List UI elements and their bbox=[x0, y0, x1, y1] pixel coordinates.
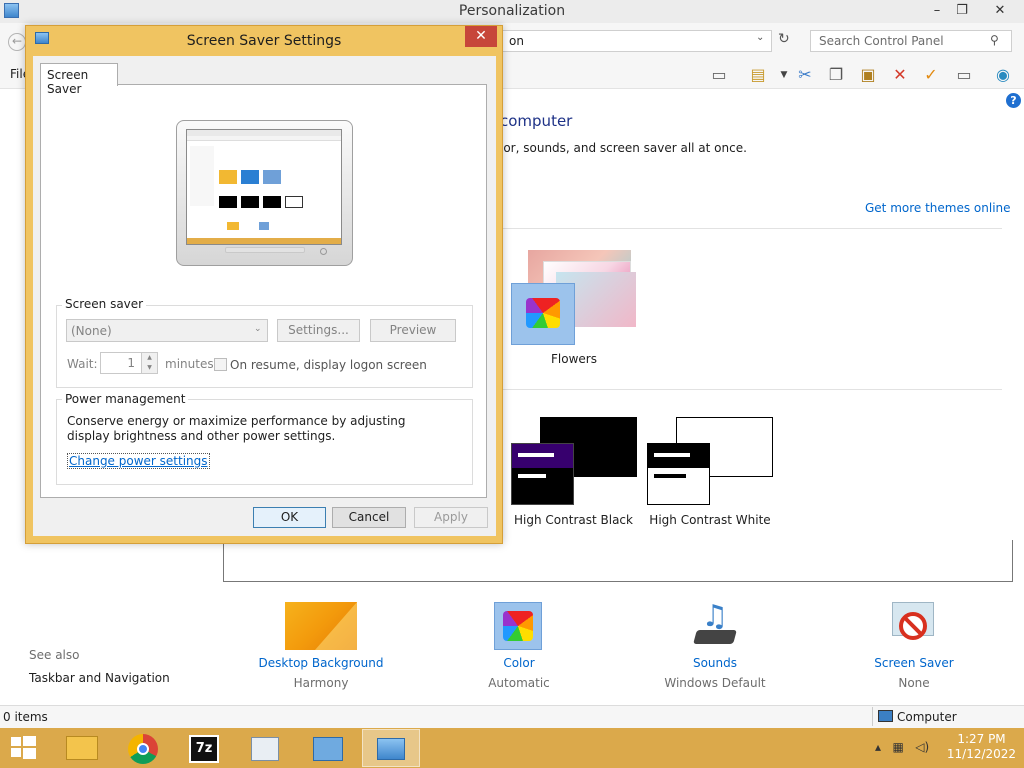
tab-screen-saver[interactable]: Screen Saver bbox=[40, 63, 118, 96]
desktop-background-link[interactable]: Desktop Background bbox=[250, 656, 392, 670]
pane-icon[interactable]: ▭ bbox=[706, 64, 732, 86]
get-more-themes-link[interactable]: Get more themes online bbox=[865, 201, 1011, 215]
divider bbox=[492, 228, 1002, 229]
copy-icon[interactable]: ❐ bbox=[823, 64, 849, 86]
dialog-close-button[interactable]: ✕ bbox=[465, 26, 497, 47]
dialog-title: Screen Saver Settings bbox=[186, 33, 342, 49]
screen-saver-select[interactable]: (None) bbox=[66, 319, 268, 342]
items-count: 0 items bbox=[3, 710, 48, 724]
paste-icon[interactable]: ▣ bbox=[855, 64, 881, 86]
sounds-icon[interactable]: ♫ bbox=[690, 600, 740, 652]
screen-saver-icon[interactable] bbox=[890, 602, 938, 650]
divider bbox=[872, 707, 873, 726]
7zip-icon: 7z bbox=[189, 735, 219, 763]
clock[interactable]: 1:27 PM 11/12/2022 bbox=[944, 732, 1019, 762]
minutes-label: minutes bbox=[165, 357, 214, 371]
power-management-label: Power management bbox=[62, 392, 189, 406]
network-settings-taskbar-button[interactable] bbox=[301, 729, 353, 767]
personalization-taskbar-button[interactable] bbox=[362, 729, 420, 767]
theme-label-high-contrast-white: High Contrast White bbox=[649, 513, 771, 527]
preview-line bbox=[654, 453, 690, 457]
screen-saver-item[interactable]: Screen Saver None bbox=[843, 656, 985, 690]
desktop-background-icon[interactable] bbox=[285, 602, 357, 650]
globe-icon[interactable]: ◉ bbox=[990, 64, 1016, 86]
checkmark-icon[interactable]: ✓ bbox=[918, 64, 944, 86]
clock-date: 11/12/2022 bbox=[946, 747, 1017, 761]
start-button[interactable] bbox=[0, 728, 48, 768]
taskbar-and-navigation-link[interactable]: Taskbar and Navigation bbox=[29, 671, 170, 685]
preview-button[interactable]: Preview bbox=[370, 319, 456, 342]
help-icon[interactable]: ? bbox=[1006, 93, 1021, 108]
desktop-background-item[interactable]: Desktop Background Harmony bbox=[250, 656, 392, 690]
7zip-taskbar-button[interactable]: 7z bbox=[178, 729, 230, 767]
chrome-icon bbox=[128, 734, 158, 764]
color-swatch-icon bbox=[526, 298, 560, 328]
remote-desktop-taskbar-button[interactable] bbox=[239, 729, 291, 767]
system-tray[interactable]: ▴ ▦ ◁) bbox=[875, 740, 929, 754]
back-button[interactable]: ← bbox=[8, 33, 26, 51]
remote-desktop-icon bbox=[251, 737, 279, 761]
properties-icon[interactable]: ▤ bbox=[745, 64, 771, 86]
wait-minutes-input[interactable]: 1 bbox=[100, 352, 142, 374]
settings-button[interactable]: Settings... bbox=[277, 319, 360, 342]
personalization-app-icon bbox=[4, 3, 19, 18]
apply-button[interactable]: Apply bbox=[414, 507, 488, 528]
preview-line bbox=[518, 453, 554, 457]
wait-spinner[interactable]: ▲ ▼ bbox=[141, 352, 158, 374]
screen-saver-group bbox=[56, 305, 473, 388]
theme-label-high-contrast-black: High Contrast Black bbox=[514, 513, 633, 527]
chrome-taskbar-button[interactable] bbox=[117, 729, 169, 767]
delete-icon[interactable]: ✕ bbox=[887, 64, 913, 86]
cancel-button[interactable]: Cancel bbox=[332, 507, 406, 528]
theme-label-flowers: Flowers bbox=[551, 352, 597, 366]
search-icon[interactable]: ⚲ bbox=[990, 33, 999, 47]
sounds-item[interactable]: Sounds Windows Default bbox=[644, 656, 786, 690]
cut-icon[interactable]: ✂ bbox=[792, 64, 818, 86]
address-path: on bbox=[509, 34, 524, 48]
change-power-settings-link[interactable]: Change power settings bbox=[67, 453, 210, 469]
chevron-down-icon: ⌄ bbox=[254, 324, 262, 334]
flowers-theme-tile[interactable] bbox=[511, 283, 575, 345]
ok-button[interactable]: OK bbox=[253, 507, 326, 528]
screen-saver-link[interactable]: Screen Saver bbox=[843, 656, 985, 670]
see-also-label: See also bbox=[29, 648, 80, 662]
logon-screen-label[interactable]: On resume, display logon screen bbox=[230, 358, 427, 372]
search-input[interactable]: Search Control Panel bbox=[810, 30, 1012, 52]
power-description: Conserve energy or maximize performance … bbox=[67, 414, 406, 443]
computer-icon bbox=[878, 710, 893, 722]
address-field[interactable]: on bbox=[500, 30, 772, 52]
file-explorer-taskbar-button[interactable] bbox=[56, 729, 108, 767]
monitor-screen bbox=[186, 129, 342, 245]
folder-icon bbox=[66, 736, 98, 760]
close-button[interactable]: ✕ bbox=[983, 0, 1017, 23]
personalization-icon bbox=[377, 738, 405, 760]
color-link[interactable]: Color bbox=[448, 656, 590, 670]
screen-saver-group-label: Screen saver bbox=[62, 297, 147, 311]
screen-saver-value: None bbox=[898, 676, 930, 690]
refresh-icon[interactable]: ↻ bbox=[778, 31, 796, 47]
color-item[interactable]: Color Automatic bbox=[448, 656, 590, 690]
wait-label: Wait: bbox=[67, 357, 98, 371]
preview-line bbox=[654, 474, 686, 478]
clock-time: 1:27 PM bbox=[957, 732, 1006, 746]
divider bbox=[492, 389, 1002, 390]
page-heading: computer bbox=[500, 112, 573, 130]
maximize-button[interactable]: ❐ bbox=[947, 0, 977, 23]
desktop-background-value: Harmony bbox=[293, 676, 349, 690]
chevron-down-icon[interactable]: ⌄ bbox=[756, 32, 764, 43]
sounds-value: Windows Default bbox=[664, 676, 766, 690]
color-value: Automatic bbox=[488, 676, 550, 690]
color-icon[interactable] bbox=[494, 602, 542, 650]
status-bar bbox=[0, 705, 1024, 728]
preview-line bbox=[518, 474, 546, 478]
network-icon bbox=[313, 737, 343, 761]
theme-list-border bbox=[223, 540, 1013, 582]
rename-icon[interactable]: ▭ bbox=[951, 64, 977, 86]
page-subheading: lor, sounds, and screen saver all at onc… bbox=[500, 141, 747, 155]
window-title: Personalization bbox=[458, 3, 566, 19]
location-label: Computer bbox=[897, 710, 957, 724]
sounds-link[interactable]: Sounds bbox=[644, 656, 786, 670]
logon-screen-checkbox[interactable] bbox=[214, 358, 227, 371]
